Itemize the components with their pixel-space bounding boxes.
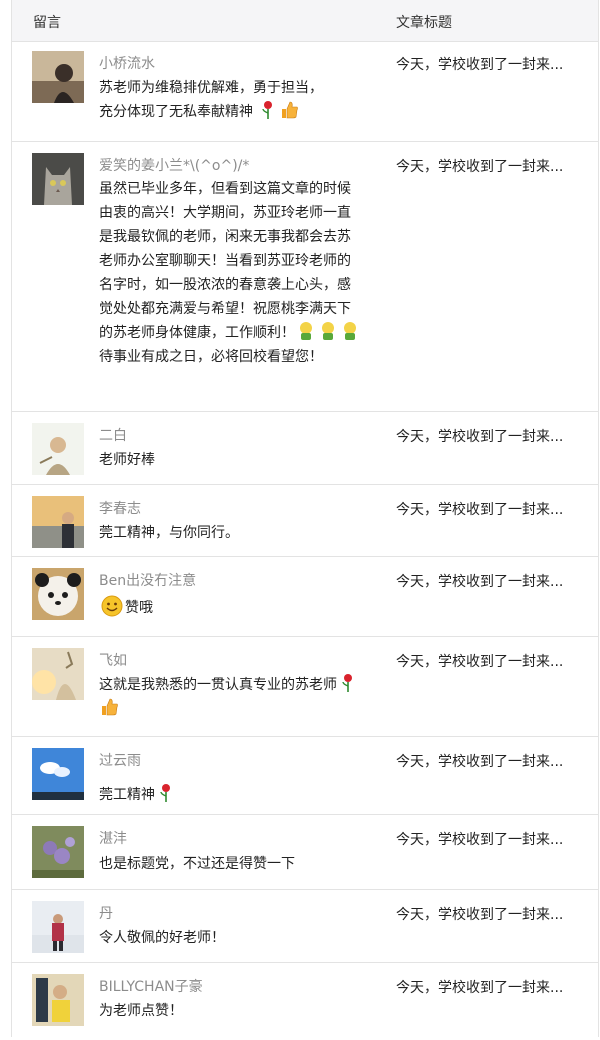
avatar[interactable] (32, 51, 84, 103)
article-title-link[interactable]: 今天，学校收到了一封来... (396, 829, 563, 849)
comment-row: BILLYCHAN子豪 为老师点赞！ 今天，学校收到了一封来... (12, 963, 598, 1037)
smile-face-icon (101, 595, 123, 617)
commenter-name[interactable]: Ben出没冇注意 (99, 570, 196, 590)
comment-row: 飞如 这就是我熟悉的一贯认真专业的苏老师 今天，学校收到了一封来... (12, 637, 598, 737)
avatar[interactable] (32, 423, 84, 475)
comment-row: Ben出没冇注意 赞哦 今天，学校收到了一封来... (12, 557, 598, 637)
smiley-emoji-icon (319, 321, 337, 341)
article-title-link[interactable]: 今天，学校收到了一封来... (396, 426, 563, 446)
avatar[interactable] (32, 648, 84, 700)
avatar[interactable] (32, 826, 84, 878)
comment-row: 小桥流水 苏老师为维稳排优解难，勇于担当， 充分体现了无私奉献精神 今天，学校收… (12, 42, 598, 142)
comment-column-header: 留言 (33, 15, 61, 31)
comment-row: 李春志 莞工精神，与你同行。 今天，学校收到了一封来... (12, 485, 598, 557)
comment-text: 令人敬佩的好老师！ (99, 930, 225, 946)
comment-row: 湛沣 也是标题党，不过还是得赞一下 今天，学校收到了一封来... (12, 815, 598, 890)
table-header: 留言 文章标题 (12, 0, 598, 42)
avatar[interactable] (32, 901, 84, 953)
comment-text: 莞工精神 (99, 783, 361, 807)
article-title-column-header: 文章标题 (396, 15, 452, 31)
comment-row: 过云雨 莞工精神 今天，学校收到了一封来... (12, 737, 598, 815)
avatar[interactable] (32, 568, 84, 620)
smiley-emoji-icon (341, 321, 359, 341)
comment-text: 这就是我熟悉的一贯认真专业的苏老师 (99, 673, 361, 721)
comment-text: 也是标题党，不过还是得赞一下 (99, 856, 295, 872)
commenter-name[interactable]: 丹 (99, 903, 113, 923)
article-title-link[interactable]: 今天，学校收到了一封来... (396, 571, 563, 591)
comment-row: 爱笑的姜小兰*\(^o^)/* 虽然已毕业多年，但看到这篇文章的时候由衷的高兴！… (12, 142, 598, 412)
comment-text: 虽然已毕业多年，但看到这篇文章的时候由衷的高兴！大学期间，苏亚玲老师一直是我最钦… (99, 177, 361, 369)
comments-table: 留言 文章标题 小桥流水 苏老师为维稳排优解难，勇于担当， 充分体现了无私奉献精… (11, 0, 599, 1037)
comment-text: 老师好棒 (99, 452, 155, 468)
comment-text: 赞哦 (99, 595, 361, 620)
article-title-link[interactable]: 今天，学校收到了一封来... (396, 54, 563, 74)
avatar[interactable] (32, 153, 84, 205)
rose-icon (157, 783, 175, 803)
comment-text: 苏老师为维稳排优解难，勇于担当， 充分体现了无私奉献精神 (99, 80, 323, 120)
article-title-link[interactable]: 今天，学校收到了一封来... (396, 499, 563, 519)
comment-row: 二白 老师好棒 今天，学校收到了一封来... (12, 412, 598, 485)
article-title-link[interactable]: 今天，学校收到了一封来... (396, 156, 563, 176)
commenter-name[interactable]: 小桥流水 (99, 53, 155, 73)
avatar[interactable] (32, 496, 84, 548)
comment-text: 为老师点赞！ (99, 1003, 183, 1019)
avatar[interactable] (32, 974, 84, 1026)
article-title-link[interactable]: 今天，学校收到了一封来... (396, 751, 563, 771)
commenter-name[interactable]: 湛沣 (99, 828, 127, 848)
comment-text: 莞工精神，与你同行。 (99, 525, 239, 541)
smiley-emoji-icon (297, 321, 315, 341)
commenter-name[interactable]: 过云雨 (99, 750, 141, 770)
commenter-name[interactable]: 二白 (99, 425, 127, 445)
article-title-link[interactable]: 今天，学校收到了一封来... (396, 651, 563, 671)
rose-icon (259, 100, 277, 120)
commenter-name[interactable]: BILLYCHAN子豪 (99, 976, 203, 996)
rose-icon (339, 673, 357, 693)
avatar[interactable] (32, 748, 84, 800)
thumbs-up-icon (281, 100, 299, 120)
article-title-link[interactable]: 今天，学校收到了一封来... (396, 977, 563, 997)
article-title-link[interactable]: 今天，学校收到了一封来... (396, 904, 563, 924)
comment-row: 丹 令人敬佩的好老师！ 今天，学校收到了一封来... (12, 890, 598, 963)
commenter-name[interactable]: 飞如 (99, 650, 127, 670)
thumbs-up-icon (101, 697, 119, 717)
commenter-name[interactable]: 李春志 (99, 498, 141, 518)
commenter-name[interactable]: 爱笑的姜小兰*\(^o^)/* (99, 155, 249, 175)
